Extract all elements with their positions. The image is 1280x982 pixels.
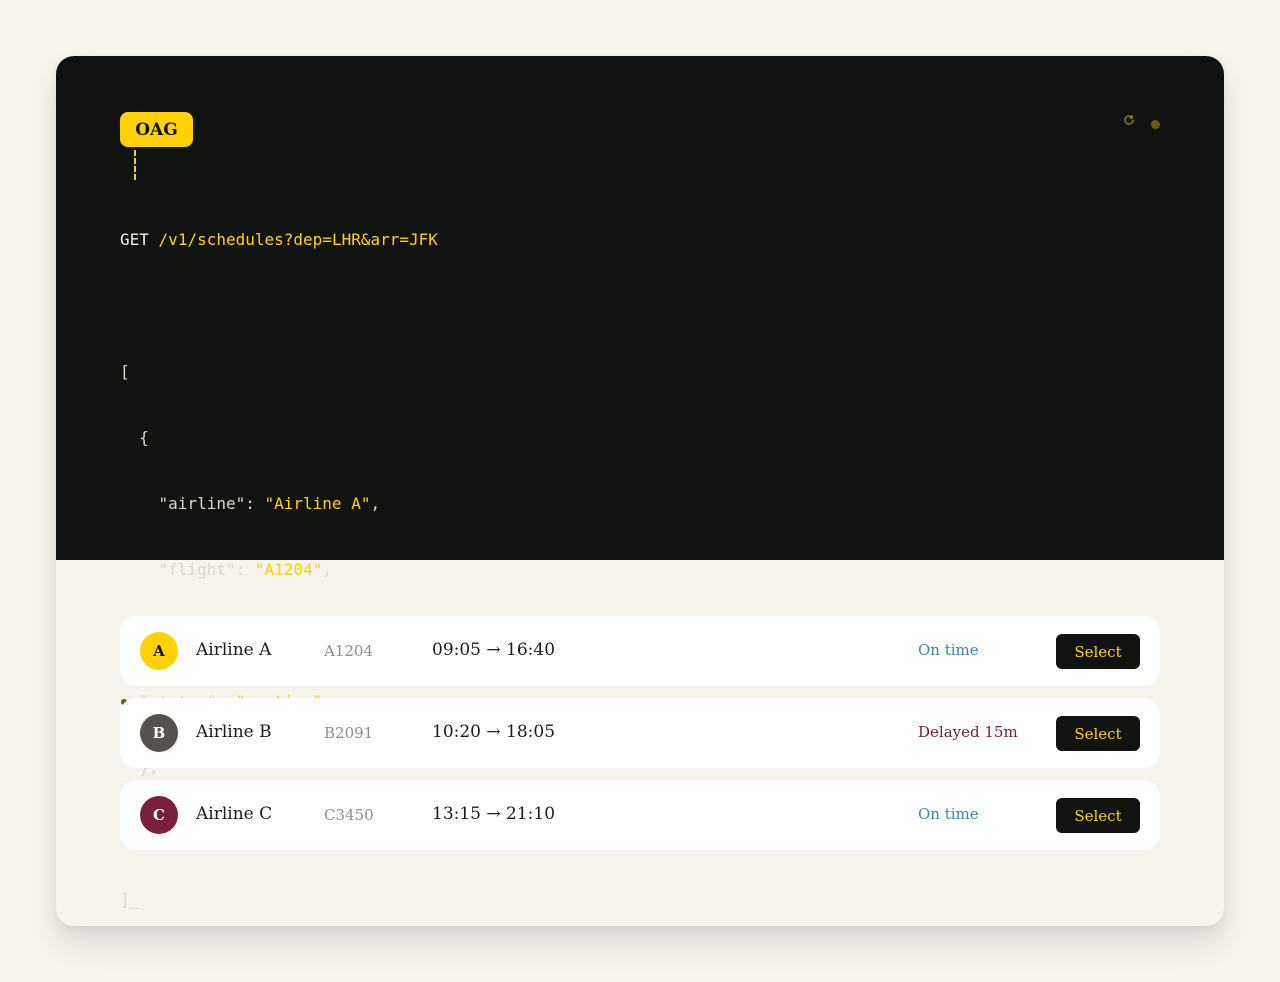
flight-times: 13:15 → 21:10 (432, 804, 556, 824)
oag-logo: OAG (120, 112, 193, 147)
select-button[interactable]: Select (1056, 798, 1140, 833)
airline-name: Airline A (196, 640, 272, 660)
request-line: GET /v1/schedules?dep=LHR&arr=JFK (120, 226, 621, 254)
request-path: /v1/schedules?dep=LHR&arr=JFK (158, 230, 438, 249)
status-dot-icon (1151, 120, 1160, 129)
airline-name: Airline C (196, 804, 273, 824)
flight-number: B2091 (324, 724, 374, 742)
flight-times: 09:05 → 16:40 (432, 640, 556, 660)
code-line: [ (120, 362, 130, 381)
status-text: Delayed 15m (918, 723, 1018, 741)
flight-row: C Airline C C3450 13:15 → 21:10 On time … (120, 780, 1160, 850)
refresh-icon[interactable] (1122, 113, 1136, 127)
select-button[interactable]: Select (1056, 716, 1140, 751)
code-line: ]_ (120, 890, 140, 909)
code-line: { (120, 428, 149, 447)
flight-times: 10:20 → 18:05 (432, 722, 556, 742)
airline-avatar: C (140, 796, 178, 834)
flight-list: A Airline A A1204 09:05 → 16:40 On time … (120, 616, 1160, 862)
schedule-card: OAG GET /v1/schedules?dep=LHR&arr=JFK [ … (56, 56, 1224, 926)
airline-avatar: B (140, 714, 178, 752)
http-method: GET (120, 230, 149, 249)
airline-name: Airline B (196, 722, 272, 742)
flight-row: A Airline A A1204 09:05 → 16:40 On time … (120, 616, 1160, 686)
status-text: On time (918, 641, 979, 659)
code-line: "airline": "Airline A", (120, 494, 381, 513)
status-text: On time (918, 805, 979, 823)
select-button[interactable]: Select (1056, 634, 1140, 669)
api-terminal-panel: OAG GET /v1/schedules?dep=LHR&arr=JFK [ … (56, 56, 1224, 909)
refresh-icon-glyph (1124, 115, 1134, 125)
code-line: "flight": "A1204", (120, 560, 332, 579)
airline-avatar: A (140, 632, 178, 670)
flight-number: A1204 (324, 642, 374, 660)
connector-dashed-line (134, 150, 136, 180)
flight-number: C3450 (324, 806, 374, 824)
flight-row: B Airline B B2091 10:20 → 18:05 Delayed … (120, 698, 1160, 768)
